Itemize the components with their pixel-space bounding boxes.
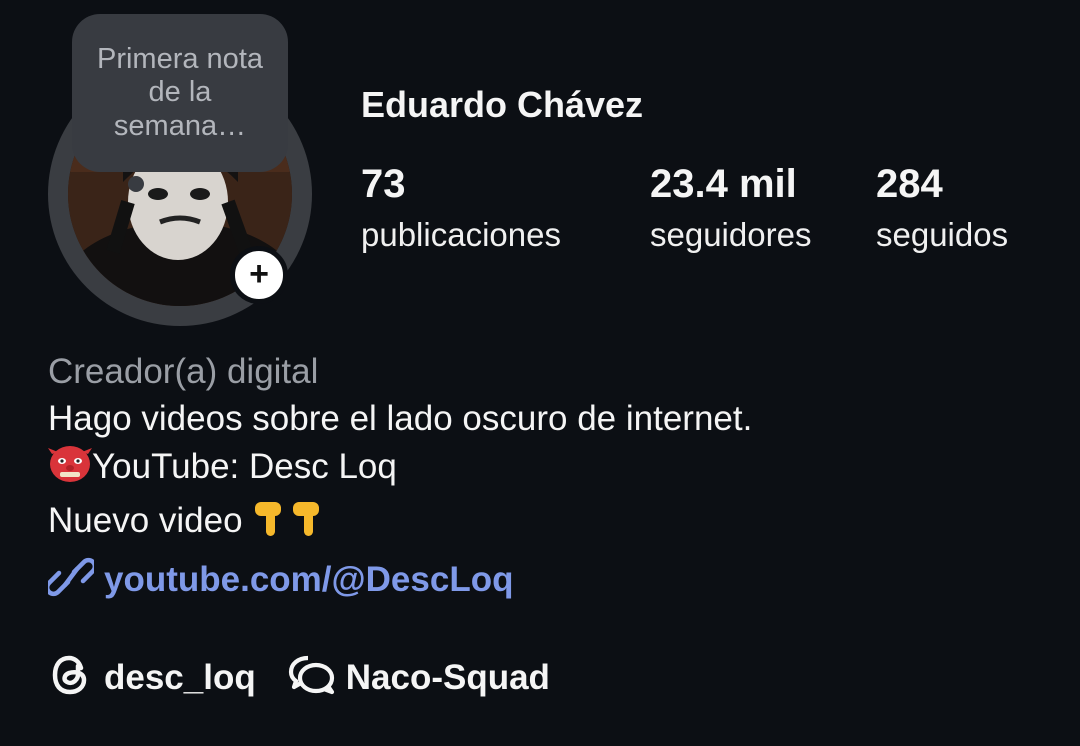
followers-label: seguidores [650,216,812,253]
stat-posts[interactable]: 73 publicaciones [361,162,561,254]
bio: Creador(a) digital Hago videos sobre el … [44,348,1048,602]
threads-icon [48,652,94,703]
note-bubble-tail [128,176,144,192]
add-story-button[interactable]: + [230,246,288,304]
note-bubble[interactable]: Primera nota de la semana… [72,14,288,172]
posts-label: publicaciones [361,216,561,253]
goblin-emoji-icon [48,444,92,497]
stat-followers[interactable]: 23.4 mil seguidores [650,162,811,254]
threads-chip[interactable]: desc_loq [48,652,256,703]
bio-line-3-text: Nuevo video [48,501,253,540]
external-link[interactable]: youtube.com/@DescLoq [44,557,1048,602]
bio-line-3: Nuevo video [48,497,1048,551]
bio-line-2-text: YouTube: Desc Loq [92,447,397,486]
category-label: Creador(a) digital [48,352,319,391]
chat-bubbles-icon [288,652,336,703]
posts-count: 73 [361,162,406,206]
note-text: Primera nota de la semana… [96,43,263,142]
channel-chip[interactable]: Naco-Squad [288,652,550,703]
stat-following[interactable]: 284 seguidos [876,162,1008,254]
bio-line-2: YouTube: Desc Loq [48,443,1048,497]
pointing-down-emoji-icon [252,498,328,551]
profile-chips: desc_loq Naco-Squad [48,652,582,703]
threads-username: desc_loq [104,657,256,697]
channel-name: Naco-Squad [345,657,550,697]
link-icon [44,557,98,602]
link-text[interactable]: youtube.com/@DescLoq [104,560,513,600]
profile-name: Eduardo Chávez [361,84,644,125]
bio-line-1: Hago videos sobre el lado oscuro de inte… [48,399,753,438]
followers-count: 23.4 mil [650,162,797,206]
plus-icon: + [249,254,269,293]
following-label: seguidos [876,216,1009,253]
following-count: 284 [876,162,943,206]
